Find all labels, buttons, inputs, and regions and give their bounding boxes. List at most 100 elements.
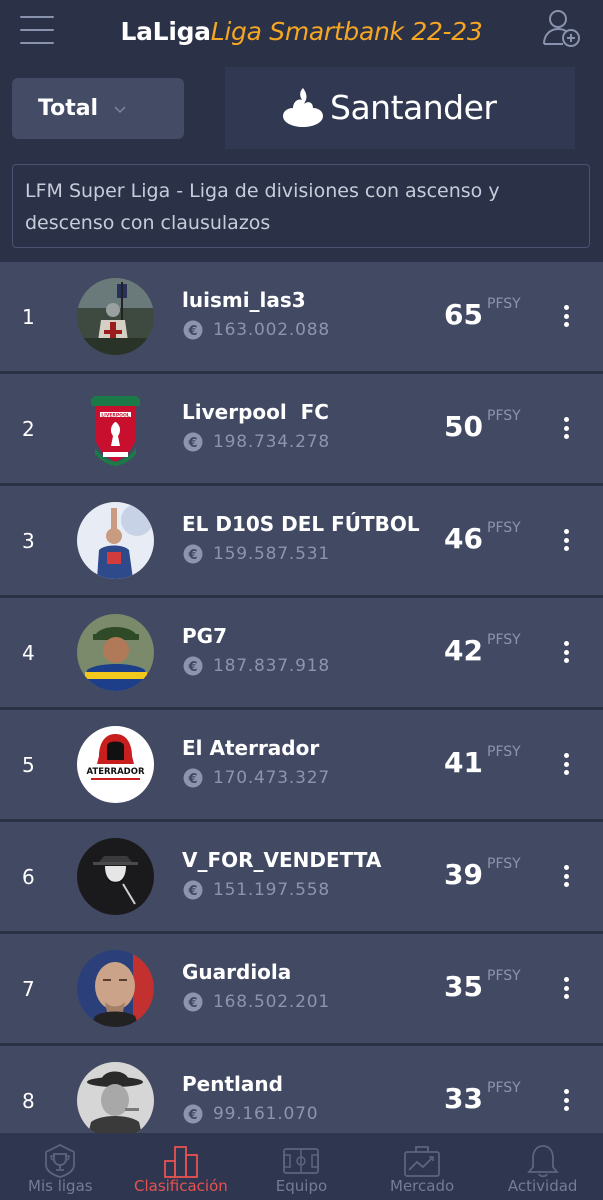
subheader: Total Santander bbox=[0, 62, 603, 154]
team-value: € 99.161.070 bbox=[183, 1104, 318, 1124]
team-name: PG7 bbox=[182, 624, 227, 648]
ranking-row[interactable]: 1 luismi_las3 € 163.002.088 65 PFSY bbox=[0, 262, 603, 374]
more-options-icon[interactable] bbox=[556, 414, 576, 442]
team-value: € 198.734.278 bbox=[183, 432, 330, 452]
player-avatar[interactable] bbox=[77, 614, 154, 691]
euro-coin-icon: € bbox=[183, 880, 203, 900]
more-options-icon[interactable] bbox=[556, 526, 576, 554]
team-value: € 187.837.918 bbox=[183, 656, 330, 676]
points-unit: PFSY bbox=[487, 1080, 521, 1096]
nav-mis-ligas[interactable]: Mis ligas bbox=[0, 1133, 120, 1200]
team-name: V_FOR_VENDETTA bbox=[182, 848, 382, 872]
nav-label: Mis ligas bbox=[28, 1177, 93, 1195]
svg-text:€: € bbox=[187, 884, 197, 899]
points-value: 46 bbox=[444, 522, 483, 555]
player-avatar[interactable] bbox=[77, 502, 154, 579]
page-title: LaLigaLiga Smartbank 22-23 bbox=[120, 17, 482, 46]
ranking-row[interactable]: 5 ATERRADOR El Aterrador € 170.473.327 4… bbox=[0, 710, 603, 822]
hooded-figure-avatar[interactable]: ATERRADOR bbox=[77, 726, 154, 803]
ranking-row[interactable]: 2 LIVERPOOL Liverpool FC € 198.734.278 5… bbox=[0, 374, 603, 486]
liverpool-crest-avatar[interactable]: LIVERPOOL bbox=[77, 390, 154, 467]
crest-label: LIVERPOOL bbox=[101, 413, 130, 419]
more-options-icon[interactable] bbox=[556, 302, 576, 330]
rank-position: 4 bbox=[22, 640, 35, 665]
euro-coin-icon: € bbox=[183, 656, 203, 676]
nav-equipo[interactable]: Equipo bbox=[241, 1133, 361, 1200]
ranking-period-value: Total bbox=[38, 96, 99, 121]
add-user-icon[interactable] bbox=[541, 8, 583, 48]
rank-position: 2 bbox=[22, 416, 35, 441]
team-name: luismi_las3 bbox=[182, 288, 306, 312]
nav-label: Clasificación bbox=[133, 1177, 228, 1195]
team-value-amount: 168.502.201 bbox=[213, 992, 330, 1012]
points-unit: PFSY bbox=[487, 856, 521, 872]
svg-text:€: € bbox=[187, 324, 197, 339]
svg-text:€: € bbox=[187, 996, 197, 1011]
nav-clasificacion[interactable]: Clasificación bbox=[121, 1133, 241, 1200]
trophy-icon bbox=[45, 1143, 76, 1178]
svg-text:€: € bbox=[187, 660, 197, 675]
ranking-row[interactable]: 7 Guardiola € 168.502.201 35 PFSY bbox=[0, 934, 603, 1046]
more-options-icon[interactable] bbox=[556, 974, 576, 1002]
points-unit: PFSY bbox=[487, 632, 521, 648]
rank-position: 1 bbox=[22, 304, 35, 329]
santander-flame-icon bbox=[283, 88, 323, 127]
svg-text:€: € bbox=[187, 772, 197, 787]
team-value: € 159.587.531 bbox=[183, 544, 330, 564]
nav-label: Equipo bbox=[275, 1177, 328, 1195]
nav-actividad[interactable]: Actividad bbox=[483, 1133, 603, 1200]
euro-coin-icon: € bbox=[183, 544, 203, 564]
points-value: 33 bbox=[444, 1082, 483, 1115]
ranking-row[interactable]: 3 EL D10S DEL FÚTBOL € 159.587.531 46 PF… bbox=[0, 486, 603, 598]
svg-text:€: € bbox=[187, 1108, 197, 1123]
team-name: El Aterrador bbox=[182, 736, 320, 760]
team-value-amount: 170.473.327 bbox=[213, 768, 330, 788]
hamburger-menu-icon[interactable] bbox=[20, 16, 54, 44]
bar-chart-icon bbox=[163, 1146, 198, 1178]
briefcase-icon bbox=[404, 1146, 440, 1177]
chevron-down-icon bbox=[114, 105, 126, 113]
league-description[interactable]: LFM Super Liga - Liga de divisiones con … bbox=[12, 164, 590, 248]
points-value: 35 bbox=[444, 970, 483, 1003]
hat-man-avatar[interactable] bbox=[77, 1062, 154, 1139]
svg-text:€: € bbox=[187, 436, 197, 451]
vendetta-avatar[interactable] bbox=[77, 838, 154, 915]
euro-coin-icon: € bbox=[183, 768, 203, 788]
points-value: 39 bbox=[444, 858, 483, 891]
ranking-row[interactable]: 4 PG7 € 187.837.918 42 PFSY bbox=[0, 598, 603, 710]
sponsor-logo: Santander bbox=[282, 82, 497, 132]
ranking-row[interactable]: 6 V_FOR_VENDETTA € 151.197.558 39 PFSY bbox=[0, 822, 603, 934]
more-options-icon[interactable] bbox=[556, 750, 576, 778]
team-value-amount: 99.161.070 bbox=[213, 1104, 319, 1124]
points-unit: PFSY bbox=[487, 744, 521, 760]
points-unit: PFSY bbox=[487, 296, 521, 312]
team-value: € 168.502.201 bbox=[183, 992, 330, 1012]
title-competition: Liga Smartbank 22-23 bbox=[210, 16, 483, 46]
points-value: 65 bbox=[444, 298, 483, 331]
nav-mercado[interactable]: Mercado bbox=[362, 1133, 482, 1200]
team-value-amount: 198.734.278 bbox=[213, 432, 330, 452]
team-name: EL D10S DEL FÚTBOL bbox=[182, 512, 420, 536]
team-name: Pentland bbox=[182, 1072, 283, 1096]
coach-avatar[interactable] bbox=[77, 950, 154, 1027]
points-value: 42 bbox=[444, 634, 483, 667]
team-value: € 151.197.558 bbox=[183, 880, 330, 900]
team-value-amount: 163.002.088 bbox=[213, 320, 330, 340]
aterrador-logo-text: ATERRADOR bbox=[86, 767, 144, 777]
team-value: € 170.473.327 bbox=[183, 768, 330, 788]
bottom-nav: Mis ligas Clasificación Equipo Mercado A… bbox=[0, 1133, 603, 1200]
rank-position: 7 bbox=[22, 976, 35, 1001]
nav-label: Mercado bbox=[390, 1177, 455, 1195]
euro-coin-icon: € bbox=[183, 992, 203, 1012]
euro-coin-icon: € bbox=[183, 432, 203, 452]
more-options-icon[interactable] bbox=[556, 862, 576, 890]
more-options-icon[interactable] bbox=[556, 638, 576, 666]
points-unit: PFSY bbox=[487, 968, 521, 984]
app-header: LaLigaLiga Smartbank 22-23 bbox=[0, 0, 603, 62]
knight-avatar[interactable] bbox=[77, 278, 154, 355]
points-value: 41 bbox=[444, 746, 483, 779]
more-options-icon[interactable] bbox=[556, 1086, 576, 1114]
team-value-amount: 187.837.918 bbox=[213, 656, 330, 676]
ranking-period-select[interactable]: Total bbox=[12, 78, 184, 139]
euro-coin-icon: € bbox=[183, 320, 203, 340]
